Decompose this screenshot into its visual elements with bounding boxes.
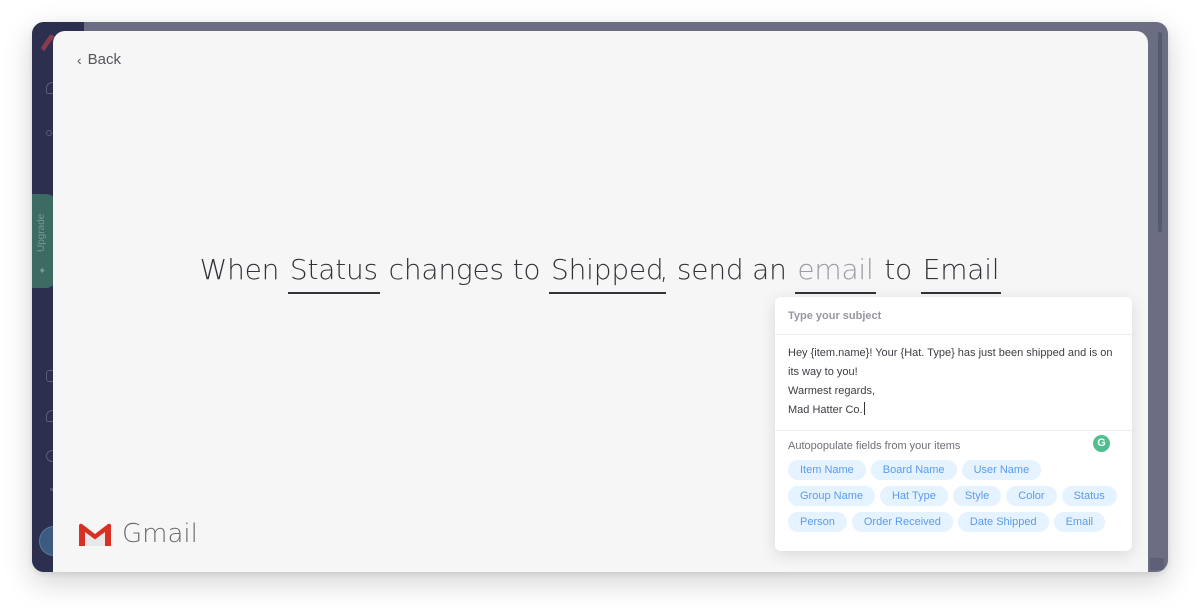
text-caret: [863, 402, 865, 415]
subject-input[interactable]: Type your subject: [775, 297, 1132, 335]
sentence-text: changes to: [388, 253, 541, 286]
sentence-text: When: [199, 253, 280, 286]
field-chip-person[interactable]: Person: [788, 512, 847, 532]
sentence-text: , send an: [659, 253, 787, 286]
recipient-field[interactable]: Email: [920, 253, 1002, 294]
chevron-left-icon: ‹: [77, 51, 82, 68]
field-chip-board-name[interactable]: Board Name: [870, 460, 957, 480]
field-chip-group-name[interactable]: Group Name: [788, 486, 875, 506]
body-line: Hey {item.name}! Your {Hat. Type} has ju…: [788, 347, 1113, 378]
scrollbar: [1158, 32, 1162, 232]
field-chip-item-name[interactable]: Item Name: [788, 460, 866, 480]
gmail-brand: Gmail: [77, 519, 198, 549]
scroll-corner: [1150, 558, 1164, 570]
back-label: Back: [87, 51, 122, 68]
grammarly-glyph: G: [1097, 437, 1106, 449]
trigger-column-field[interactable]: Status: [287, 253, 380, 294]
trigger-value-field[interactable]: Shipped: [549, 253, 666, 294]
upgrade-label: Upgrade: [36, 213, 47, 252]
sentence-text: to: [884, 253, 912, 286]
field-chip-style[interactable]: Style: [952, 486, 1002, 506]
body-line: Warmest regards,: [788, 385, 876, 397]
action-field[interactable]: email: [795, 253, 876, 294]
field-chip-color[interactable]: Color: [1006, 486, 1057, 506]
sparkle-icon: ✦: [38, 266, 47, 277]
field-chip-date-shipped[interactable]: Date Shipped: [957, 512, 1049, 532]
gmail-icon: [79, 523, 111, 546]
inbox-icon: [46, 130, 52, 136]
field-chip-hat-type[interactable]: Hat Type: [879, 486, 948, 506]
gmail-label: Gmail: [122, 519, 198, 549]
body-line: Mad Hatter Co.: [788, 401, 1119, 420]
email-composer-popover: Type your subject Hey {item.name}! Your …: [775, 297, 1132, 551]
autopopulate-title: Autopopulate fields from your items: [788, 440, 961, 452]
field-chip-status[interactable]: Status: [1061, 486, 1117, 506]
body-line-text: Mad Hatter Co.: [788, 404, 863, 416]
grammarly-icon[interactable]: G: [1093, 435, 1110, 452]
field-chip-email[interactable]: Email: [1053, 512, 1106, 532]
field-chip-list: Item Name Board Name User Name Group Nam…: [788, 460, 1124, 532]
field-chip-user-name[interactable]: User Name: [961, 460, 1042, 480]
automation-sentence: When Status changes to Shipped, send an …: [53, 253, 1148, 294]
field-chip-order-received[interactable]: Order Received: [851, 512, 953, 532]
email-body-textarea[interactable]: Hey {item.name}! Your {Hat. Type} has ju…: [775, 335, 1132, 452]
back-button[interactable]: ‹ Back: [77, 51, 121, 68]
